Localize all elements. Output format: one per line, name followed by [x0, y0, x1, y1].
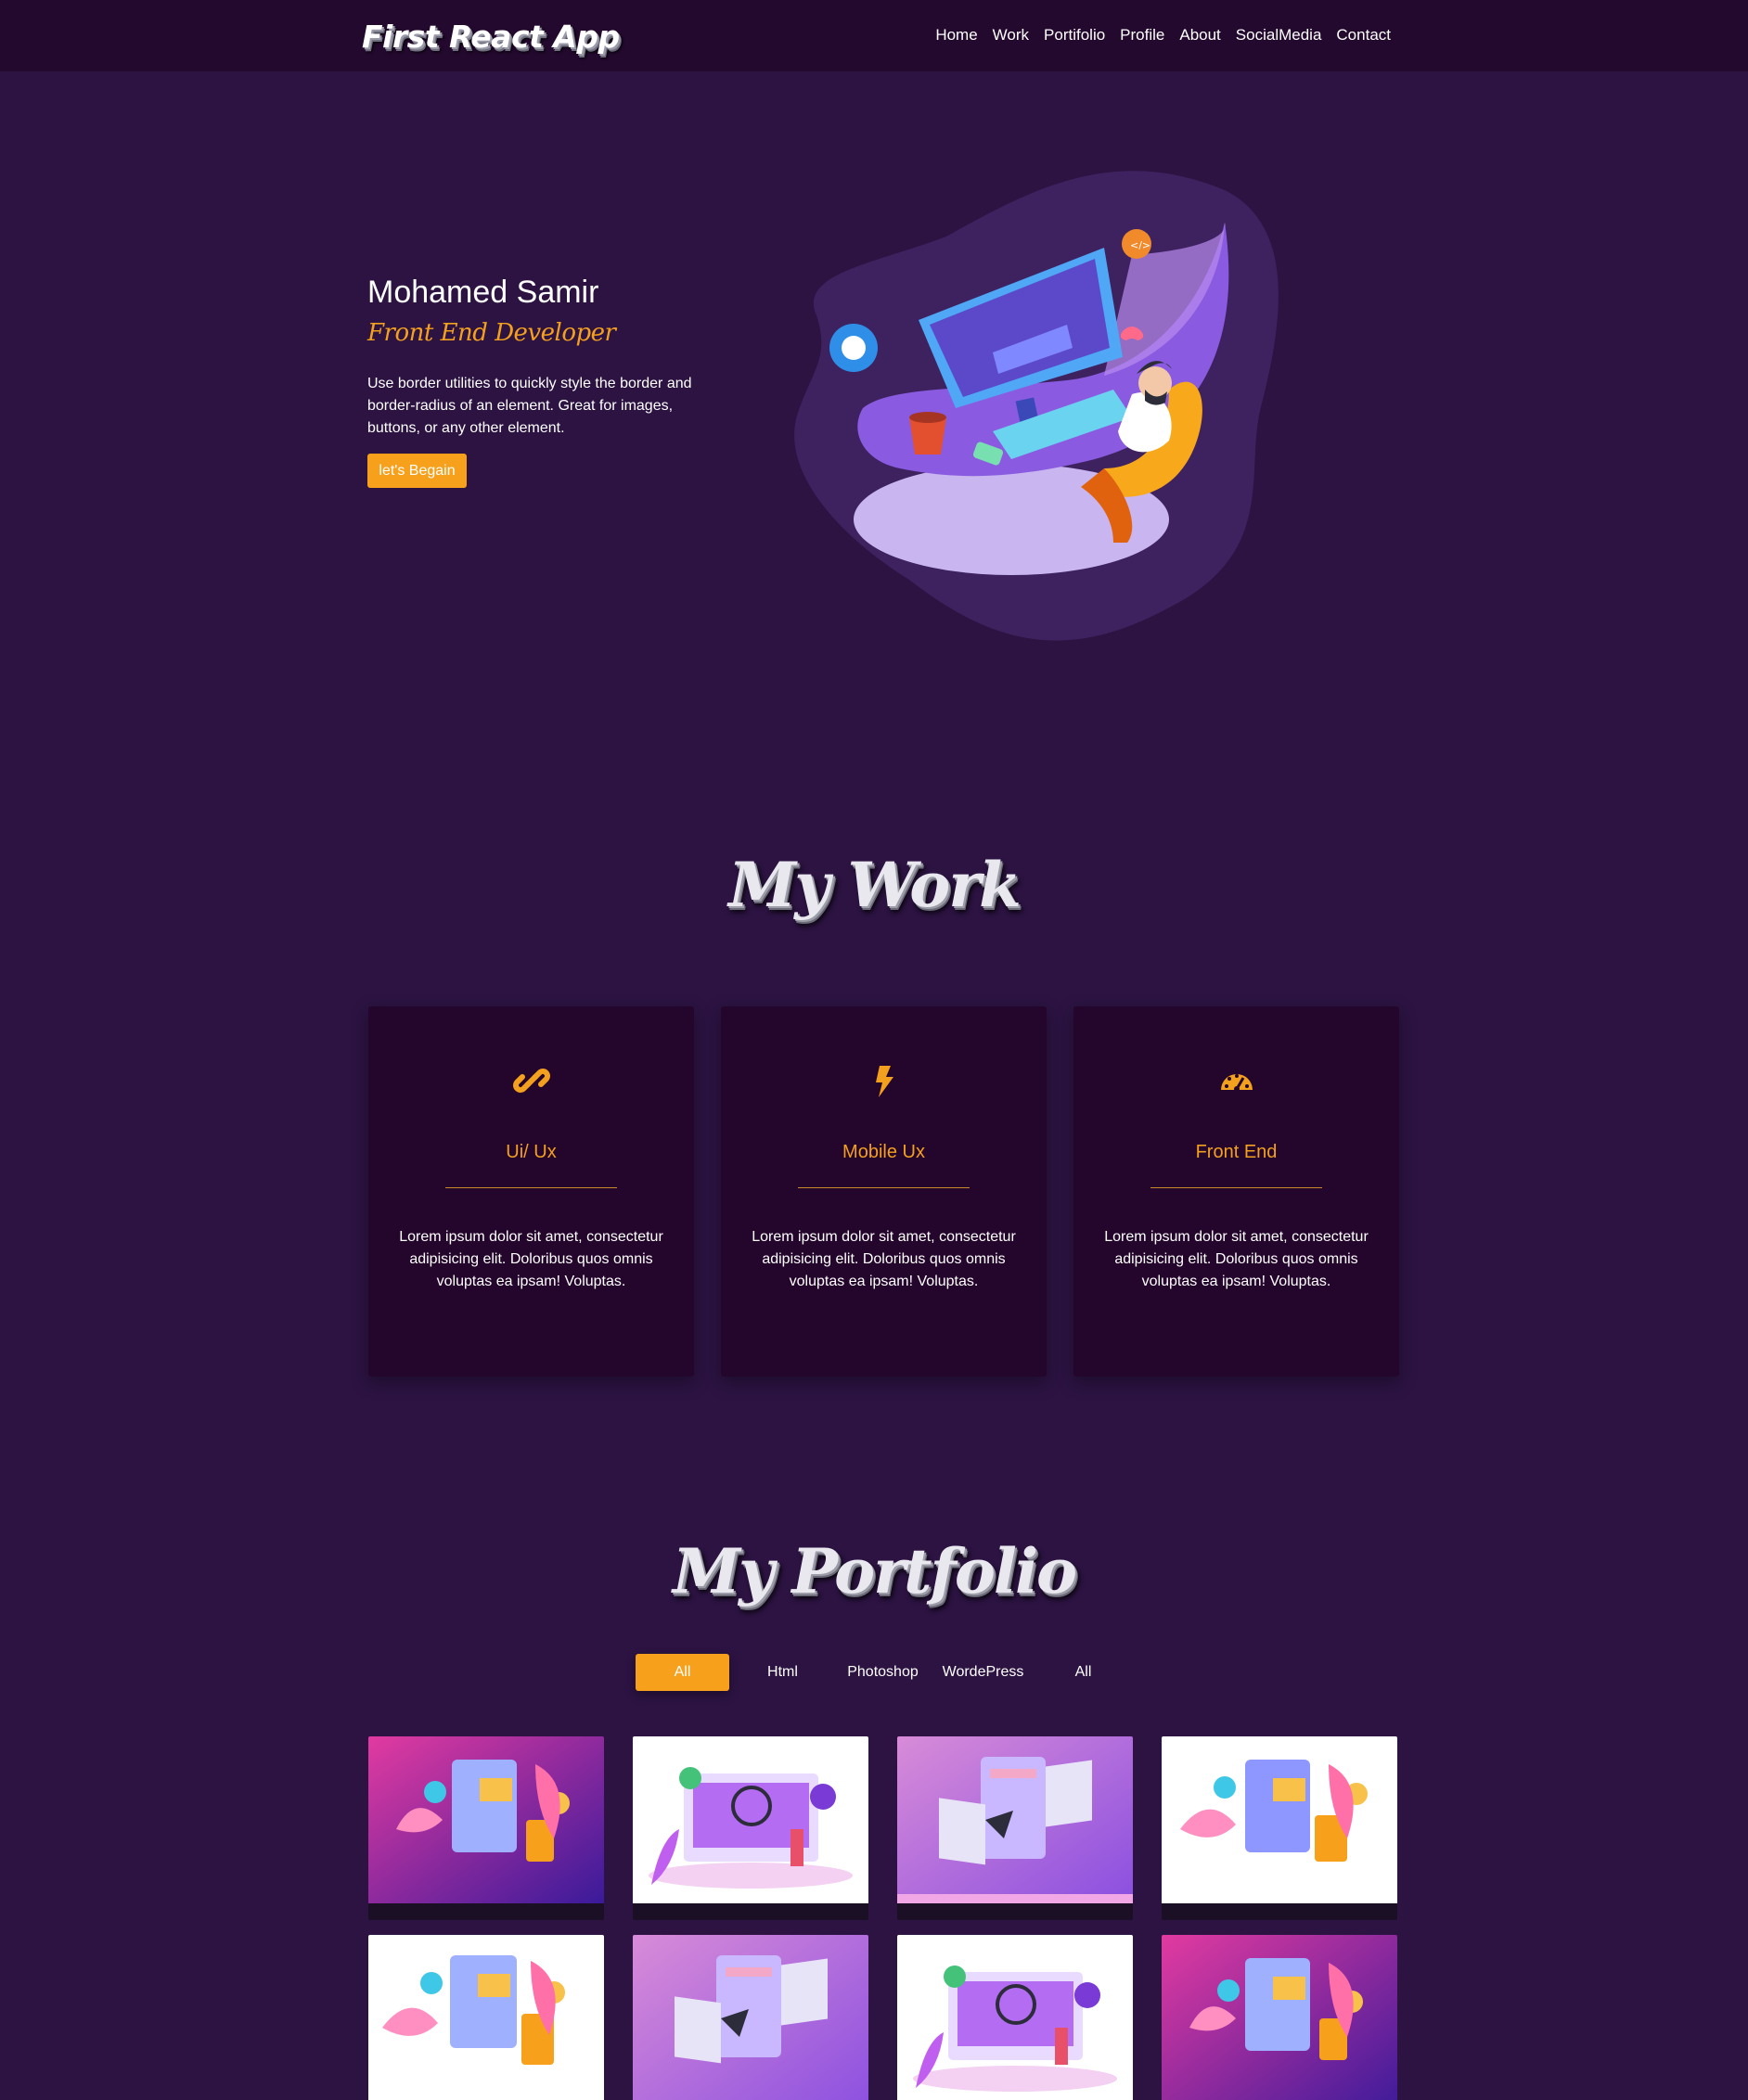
card-title: Mobile Ux [842, 1142, 925, 1162]
bolt-icon [721, 1062, 1047, 1103]
svg-text:</>: </> [1130, 239, 1150, 251]
card-title: Front End [1195, 1142, 1278, 1162]
work-card-mobile-ux: Mobile Ux Lorem ipsum dolor sit amet, co… [721, 1006, 1047, 1377]
brand-logo[interactable]: First React App [362, 19, 620, 55]
portfolio-section-title: My Portfolio [672, 1535, 1077, 1607]
card-divider [1150, 1187, 1322, 1188]
card-divider [798, 1187, 970, 1188]
filter-all-2[interactable]: All [1036, 1654, 1130, 1691]
work-card-uiux: Ui/ Ux Lorem ipsum dolor sit amet, conse… [368, 1006, 694, 1377]
speedometer-icon [1073, 1062, 1399, 1103]
begin-button[interactable]: let's Begain [367, 454, 467, 488]
nav-link-home[interactable]: Home [935, 26, 977, 45]
nav-link-about[interactable]: About [1179, 26, 1220, 45]
nav-link-work[interactable]: Work [993, 26, 1029, 45]
nav-link-profile[interactable]: Profile [1120, 26, 1164, 45]
nav-link-contact[interactable]: Contact [1336, 26, 1391, 45]
portfolio-item[interactable] [368, 1935, 604, 2100]
card-text: Lorem ipsum dolor sit amet, consectetur … [1104, 1229, 1369, 1289]
portfolio-item[interactable] [897, 1736, 1133, 1920]
hero-description: Use border utilities to quickly style th… [367, 376, 692, 436]
link-icon [368, 1062, 694, 1103]
work-section-title: My Work [728, 849, 1022, 921]
filter-photoshop[interactable]: Photoshop [836, 1654, 930, 1691]
card-divider [445, 1187, 617, 1188]
portfolio-item[interactable] [633, 1935, 868, 2100]
portfolio-item[interactable] [897, 1935, 1133, 2100]
work-card-front-end: Front End Lorem ipsum dolor sit amet, co… [1073, 1006, 1399, 1377]
portfolio-item[interactable] [368, 1736, 604, 1920]
card-title: Ui/ Ux [506, 1142, 557, 1162]
navbar: First React App Home Work Portifolio Pro… [0, 0, 1748, 71]
card-text: Lorem ipsum dolor sit amet, consectetur … [399, 1229, 663, 1289]
portfolio-item[interactable] [633, 1736, 868, 1920]
filter-wordpress[interactable]: WordePress [936, 1654, 1030, 1691]
nav-links: Home Work Portifolio Profile About Socia… [935, 26, 1391, 45]
filter-html[interactable]: Html [736, 1654, 829, 1691]
portfolio-item[interactable] [1162, 1935, 1397, 2100]
nav-link-socialmedia[interactable]: SocialMedia [1236, 26, 1322, 45]
portfolio-item[interactable] [1162, 1736, 1397, 1920]
hero-role: Front End Developer [367, 319, 616, 347]
card-text: Lorem ipsum dolor sit amet, consectetur … [752, 1229, 1016, 1289]
nav-link-portfolio[interactable]: Portifolio [1044, 26, 1105, 45]
filter-all[interactable]: All [636, 1654, 729, 1691]
hero-name: Mohamed Samir [367, 275, 599, 310]
hero-illustration: </> [761, 162, 1299, 654]
